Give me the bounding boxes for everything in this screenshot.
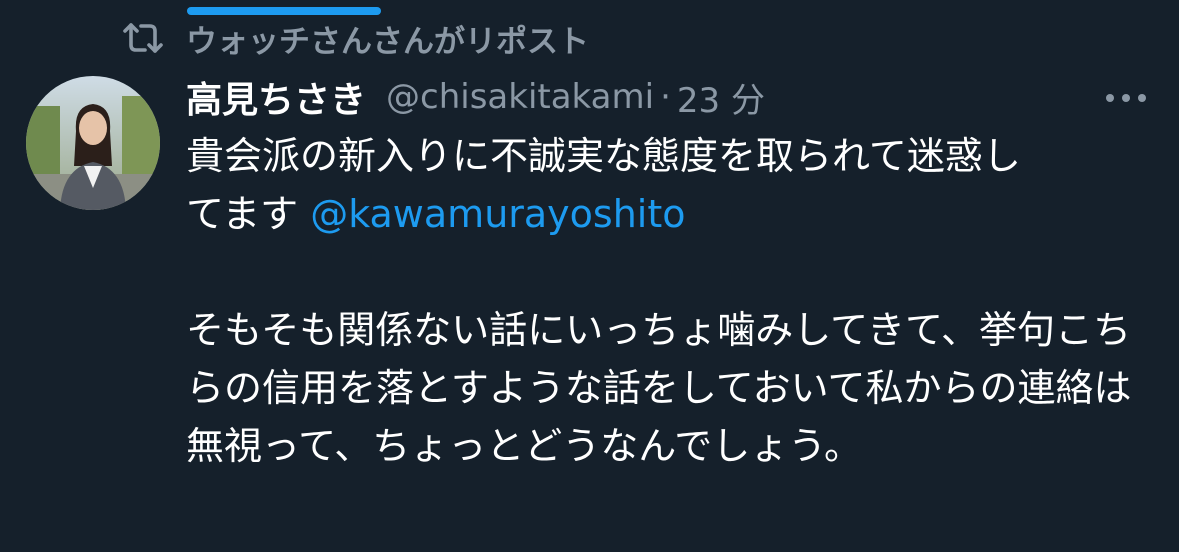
more-options-button[interactable] <box>1100 80 1152 114</box>
tweet-header: 高見ちさき @chisakitakami · 23 分 <box>186 71 765 123</box>
tweet-text-line: てます <box>186 192 311 236</box>
avatar[interactable] <box>26 76 160 210</box>
tweet-text: 貴会派の新入りに不誠実な態度を取られて迷惑し てます @kawamurayosh… <box>186 127 1166 475</box>
retweet-icon <box>122 18 168 58</box>
author-handle[interactable]: @chisakitakami <box>386 77 654 117</box>
mention-link[interactable]: @kawamurayoshito <box>310 192 685 236</box>
retweet-context[interactable]: ウォッチさんさんがリポスト <box>122 18 589 60</box>
more-horizontal-icon <box>1104 88 1148 107</box>
header-separator: · <box>660 77 671 117</box>
retweet-label: ウォッチさんさんがリポスト <box>186 23 589 60</box>
author-name[interactable]: 高見ちさき <box>186 71 366 123</box>
tweet-text-line: 貴会派の新入りに不誠実な態度を取られて迷惑し <box>186 134 1021 178</box>
tweet-paragraph: そもそも関係ない話にいっちょ噛みしてきて、挙句こちらの信用を落とすような話をして… <box>186 308 1132 468</box>
tweet-timestamp[interactable]: 23 分 <box>677 73 765 122</box>
scroll-indicator <box>187 7 381 15</box>
